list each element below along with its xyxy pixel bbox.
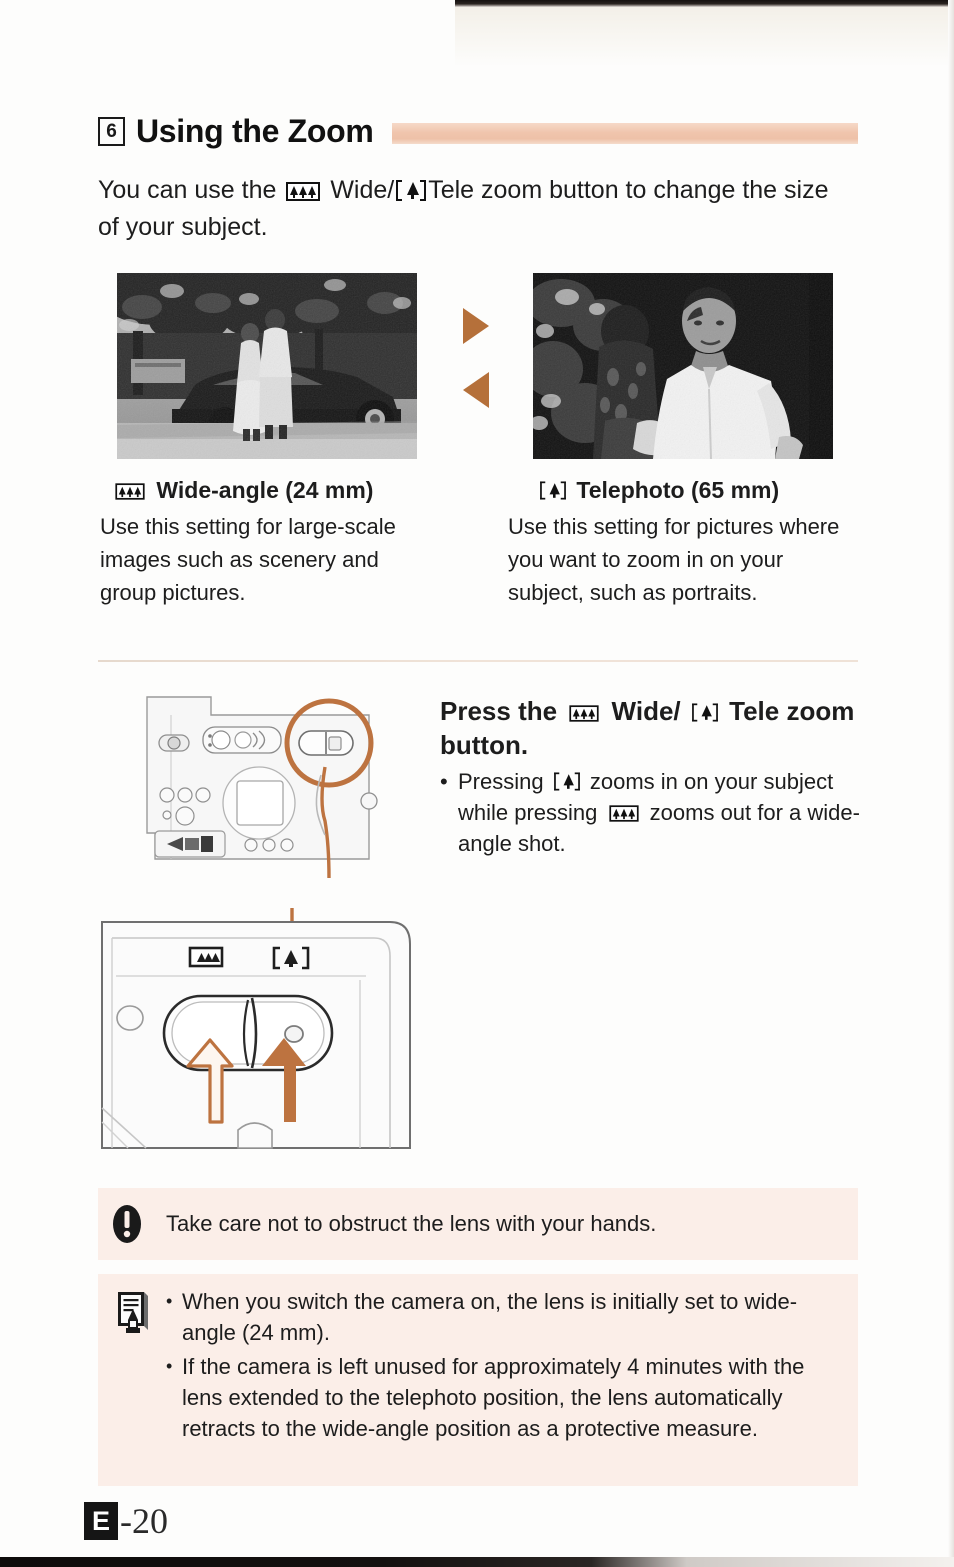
scan-edge-bottom [0, 1557, 954, 1567]
telephoto-icon [553, 772, 580, 791]
wide-angle-icon [188, 946, 224, 968]
page-title: Using the Zoom [136, 112, 374, 149]
section-header: 6 Using the Zoom [98, 108, 858, 154]
caution-exclamation-icon [113, 1205, 141, 1243]
wide-angle-icon [115, 483, 145, 500]
scan-edge-right [948, 0, 954, 1567]
wide-angle-caption-title: Wide-angle (24 mm) [100, 474, 440, 507]
memo-pencil-icon [118, 1292, 148, 1333]
note-item: When you switch the camera on, the lens … [166, 1286, 816, 1348]
telephoto-icon [540, 481, 566, 500]
language-badge: E [84, 1502, 118, 1540]
note-list: When you switch the camera on, the lens … [166, 1286, 816, 1486]
triangle-left-icon [463, 372, 489, 408]
page-number: -20 [120, 1501, 168, 1541]
note-item: If the camera is left unused for approxi… [166, 1351, 816, 1444]
wide-angle-caption-body: Use this setting for large-scale images … [100, 514, 396, 605]
telephoto-caption: Telephoto (65 mm) Use this setting for p… [508, 474, 853, 609]
step-bullet-part1: Pressing [458, 769, 544, 794]
intro-text-before: You can use the [98, 176, 277, 204]
section-divider [98, 660, 858, 662]
intro-text-mid: Wide/ [330, 176, 395, 204]
wide-angle-icon [569, 705, 599, 722]
caution-text: Take care not to obstruct the lens with … [166, 1211, 657, 1236]
caution-callout: Take care not to obstruct the lens with … [98, 1188, 858, 1260]
intro-paragraph: You can use the Wide/Tele zoom button to… [98, 172, 838, 246]
header-accent-bar [391, 122, 858, 144]
step-heading: Press the Wide/ Tele zoom button. [440, 694, 860, 762]
step-heading-mid: Wide/ [611, 696, 681, 726]
telephoto-sample-photo [533, 273, 833, 459]
wide-angle-caption: Wide-angle (24 mm) Use this setting for … [100, 474, 440, 609]
wide-angle-icon [608, 805, 639, 822]
step-instruction: Press the Wide/ Tele zoom button. Pressi… [440, 694, 860, 859]
telephoto-caption-body: Use this setting for pictures where you … [508, 514, 840, 605]
wide-angle-sample-photo [117, 273, 417, 459]
wide-angle-title-text: Wide-angle (24 mm) [156, 477, 374, 503]
telephoto-icon [396, 180, 427, 201]
step-number-box: 6 [98, 116, 125, 146]
manual-page: 6 Using the Zoom You can use the Wide/Te… [0, 0, 954, 1567]
zoom-button-detail-illustration [98, 908, 428, 1153]
wide-angle-icon [286, 182, 321, 201]
telephoto-caption-title: Telephoto (65 mm) [508, 474, 853, 507]
page-footer: E -20 [84, 1500, 168, 1542]
camera-back-illustration [133, 683, 393, 878]
scan-edge-top [455, 0, 954, 7]
note-callout: When you switch the camera on, the lens … [98, 1274, 858, 1486]
telephoto-title-text: Telephoto (65 mm) [576, 477, 780, 503]
triangle-right-icon [463, 308, 489, 344]
telephoto-icon [691, 703, 718, 722]
step-heading-before: Press the [440, 696, 558, 726]
step-bullet: Pressing zooms in on your subject while … [440, 766, 860, 859]
scan-tint [455, 7, 954, 67]
